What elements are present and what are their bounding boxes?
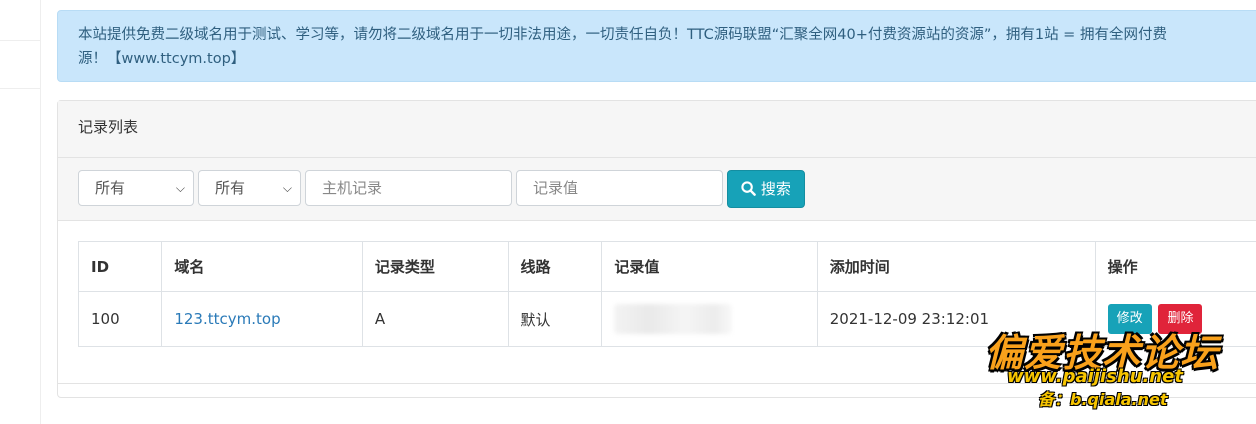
cell-value (601, 291, 818, 347)
search-button-label: 搜索 (760, 180, 791, 198)
col-id: ID (77, 241, 163, 292)
left-sidebar-edge (0, 0, 41, 424)
blurred-record-value (614, 304, 733, 334)
notice-alert: 本站提供免费二级域名用于测试、学习等，请勿将二级域名用于一切非法用途，一切责任自… (57, 10, 1256, 82)
chevron-down-icon: ⌵ (282, 181, 292, 195)
panel-title: 记录列表 (58, 101, 1256, 158)
edit-button[interactable]: 修改 (1107, 304, 1152, 334)
col-time: 添加时间 (816, 241, 1096, 292)
type-filter-value: 所有 (215, 179, 246, 197)
table-row: 100 123.ttcym.top A 默认 2021-12-09 23:12:… (77, 291, 1256, 347)
col-type: 记录类型 (361, 241, 509, 292)
col-value: 记录值 (601, 241, 818, 292)
cell-ops: 修改 删除 (1094, 291, 1256, 347)
domain-filter-value: 所有 (95, 179, 126, 197)
records-table: ID 域名 记录类型 线路 记录值 添加时间 操作 100 123.ttcym.… (77, 241, 1256, 347)
type-filter-select[interactable]: 所有 ⌵ (198, 170, 301, 206)
delete-button[interactable]: 删除 (1158, 304, 1203, 334)
notice-line-1: 本站提供免费二级域名用于测试、学习等，请勿将二级域名用于一切非法用途，一切责任自… (78, 27, 1167, 43)
col-domain: 域名 (161, 241, 363, 292)
panel-footer-divider (58, 383, 1256, 384)
search-button[interactable]: 搜索 (727, 170, 805, 208)
search-icon (741, 181, 756, 196)
cell-time: 2021-12-09 23:12:01 (816, 291, 1096, 347)
col-ops: 操作 (1094, 241, 1256, 292)
cell-type: A (361, 291, 509, 347)
cell-line: 默认 (507, 291, 603, 347)
records-panel: 记录列表 所有 ⌵ 所有 ⌵ 主机记录 记录值 搜索 ID 域名 记录类型 线路 (57, 100, 1256, 398)
host-record-input[interactable]: 主机记录 (305, 170, 512, 206)
domain-filter-select[interactable]: 所有 ⌵ (78, 170, 194, 206)
filter-bar: 所有 ⌵ 所有 ⌵ 主机记录 记录值 搜索 (58, 158, 1256, 221)
chevron-down-icon: ⌵ (175, 181, 185, 195)
sidebar-divider (0, 40, 40, 41)
sidebar-divider (0, 88, 40, 89)
col-line: 线路 (507, 241, 603, 292)
cell-id: 100 (77, 291, 163, 347)
domain-link[interactable]: 123.ttcym.top (174, 310, 280, 328)
record-value-input[interactable]: 记录值 (516, 170, 723, 206)
notice-line-2: 源！【www.ttcym.top】 (78, 51, 246, 67)
table-header-row: ID 域名 记录类型 线路 记录值 添加时间 操作 (77, 241, 1256, 292)
cell-domain: 123.ttcym.top (161, 291, 363, 347)
